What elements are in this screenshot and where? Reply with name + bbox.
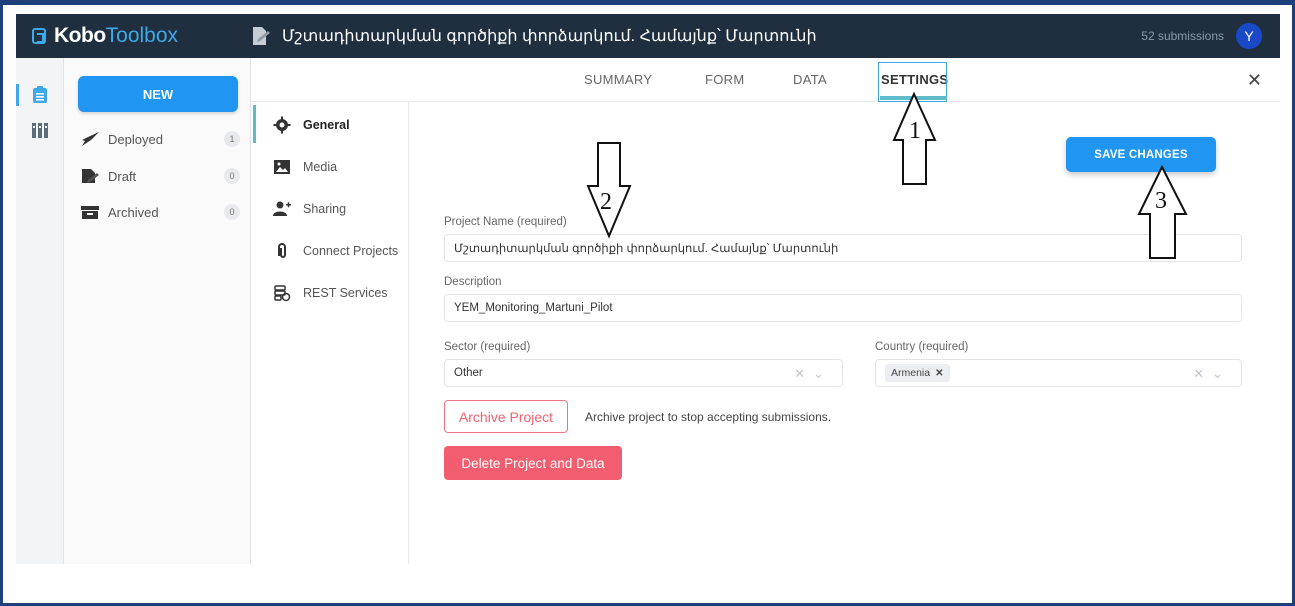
sector-select[interactable]: Other ✕⌄ (444, 359, 843, 387)
country-label: Country (required) (875, 341, 969, 353)
archive-project-button[interactable]: Archive Project (444, 400, 568, 433)
paperclip-icon (278, 243, 286, 258)
add-user-icon (273, 201, 291, 216)
app-rail (16, 58, 64, 564)
subnav-label: REST Services (303, 286, 388, 300)
brand-name-light: Toolbox (105, 24, 179, 47)
deployed-count-badge: 1 (224, 131, 240, 147)
gear-icon (273, 116, 291, 134)
brand-name-bold: Kobo (54, 24, 106, 47)
subnav-general[interactable]: General (273, 116, 409, 134)
sector-value: Other (454, 367, 483, 379)
tab-summary[interactable]: SUMMARY (584, 72, 652, 87)
description-label: Description (444, 276, 502, 288)
rail-active-indicator (16, 84, 19, 106)
archive-note: Archive project to stop accepting submis… (585, 410, 832, 424)
project-tabs: SUMMARY FORM DATA SETTINGS ✕ (251, 58, 1280, 102)
project-name-input[interactable]: Մշտադիտարկման գործիքի փորձարկում. Համայն… (444, 234, 1242, 262)
sector-clear-and-dropdown-icon[interactable]: ✕⌄ (794, 366, 832, 382)
country-clear-and-dropdown-icon[interactable]: ✕⌄ (1193, 366, 1231, 382)
user-avatar[interactable]: Y (1236, 23, 1262, 49)
main-content: SUMMARY FORM DATA SETTINGS ✕ General Med… (251, 58, 1280, 564)
archived-count-badge: 0 (224, 204, 240, 220)
country-tag-label: Armenia (891, 367, 931, 379)
subnav-media[interactable]: Media (273, 158, 409, 176)
subnav-label: Media (303, 160, 338, 174)
subnav-label: General (303, 118, 350, 132)
save-changes-button[interactable]: SAVE CHANGES (1066, 137, 1216, 172)
library-icon[interactable] (32, 121, 48, 139)
close-icon[interactable]: ✕ (1247, 70, 1262, 91)
sidebar-item-deployed[interactable]: Deployed 1 (80, 128, 240, 150)
subnav-active-indicator (253, 105, 256, 143)
tab-form[interactable]: FORM (705, 72, 744, 87)
subnav-connect-projects[interactable]: Connect Projects (273, 242, 409, 260)
tab-data[interactable]: DATA (793, 72, 827, 87)
draft-icon (82, 169, 99, 183)
projects-icon[interactable] (32, 86, 48, 104)
active-tab-underline (880, 96, 947, 100)
subnav-label: Sharing (303, 202, 347, 216)
project-title: Մշտադիտարկման գործիքի փորձարկում. Համայն… (282, 28, 817, 45)
frame-top-border (0, 0, 1295, 5)
submissions-count: 52 submissions (1141, 29, 1224, 43)
draft-count-badge: 0 (224, 168, 240, 184)
country-select[interactable]: Armenia ✕ ✕⌄ (875, 359, 1242, 387)
sidebar-item-label: Deployed (108, 131, 163, 147)
subnav-rest-services[interactable]: REST Services (273, 284, 409, 302)
sidebar-item-label: Draft (108, 168, 137, 184)
subnav-label: Connect Projects (303, 244, 399, 258)
sidebar-item-archived[interactable]: Archived 0 (80, 201, 240, 223)
kobo-logo-icon (32, 28, 46, 44)
project-name-label: Project Name (required) (444, 216, 567, 228)
country-tag[interactable]: Armenia ✕ (885, 364, 950, 382)
image-icon (274, 160, 290, 174)
sidebar-item-label: Archived (108, 204, 159, 220)
description-value: YEM_Monitoring_Martuni_Pilot (454, 302, 613, 314)
top-bar: Kobo Toolbox Մշտադիտարկման գործիքի փորձար… (16, 14, 1280, 58)
rocket-icon (82, 132, 99, 146)
sidebar-item-draft[interactable]: Draft 0 (80, 165, 240, 187)
projects-sidebar: NEW Deployed 1 Draft 0 Archived 0 (64, 58, 251, 564)
subnav-sharing[interactable]: Sharing (273, 200, 409, 218)
project-name-value: Մշտադիտարկման գործիքի փորձարկում. Համայն… (454, 243, 839, 255)
settings-subnav: General Media Sharing Connect Projects R… (251, 102, 409, 564)
archive-icon (81, 206, 99, 219)
rest-services-icon (274, 285, 291, 302)
brand-logo[interactable]: Kobo Toolbox (16, 24, 244, 48)
tag-remove-icon[interactable]: ✕ (935, 368, 943, 379)
sector-label: Sector (required) (444, 341, 531, 353)
description-input[interactable]: YEM_Monitoring_Martuni_Pilot (444, 294, 1242, 322)
project-form-icon (253, 27, 270, 45)
delete-project-button[interactable]: Delete Project and Data (444, 446, 622, 480)
new-project-button[interactable]: NEW (78, 76, 238, 112)
